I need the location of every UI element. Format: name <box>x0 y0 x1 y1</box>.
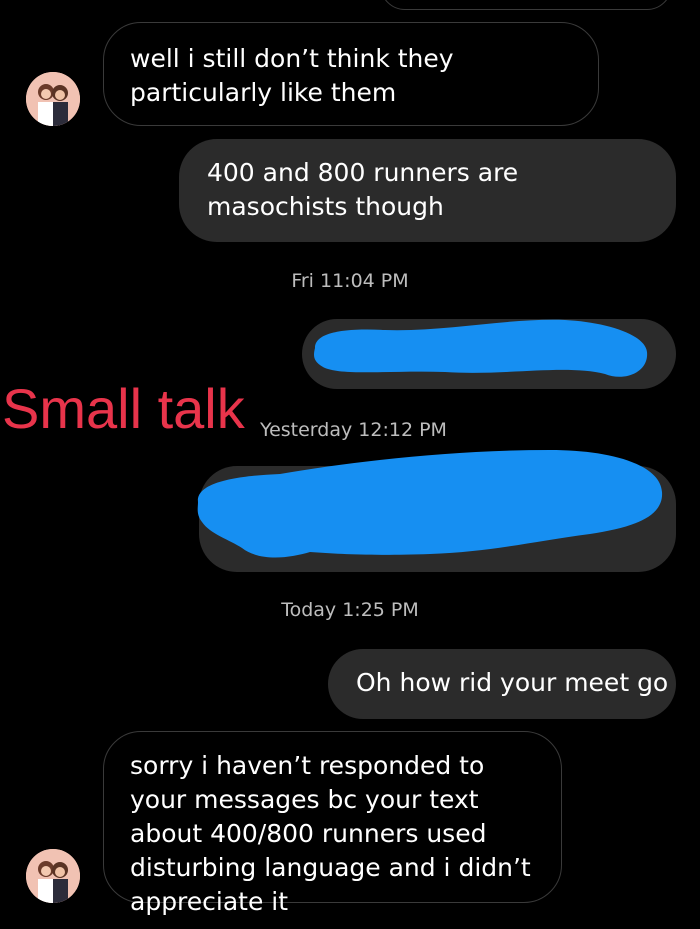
redaction-scribble <box>314 319 648 377</box>
timestamp: Today 1:25 PM <box>281 599 419 621</box>
avatar[interactable] <box>26 849 80 903</box>
redaction-scribble <box>197 450 663 558</box>
message-text: sorry i haven’t responded to your messag… <box>130 751 531 916</box>
message-bubble-outgoing-cutoff[interactable] <box>380 0 672 10</box>
timestamp: Yesterday 12:12 PM <box>260 419 447 441</box>
avatar-photo-icon <box>26 849 80 903</box>
avatar[interactable] <box>26 72 80 126</box>
message-bubble-incoming[interactable]: sorry i haven’t responded to your messag… <box>103 731 562 916</box>
message-bubble-outgoing[interactable]: Oh how rid your meet go <box>328 649 676 719</box>
message-bubble-outgoing[interactable]: 400 and 800 runners are masochists thoug… <box>179 139 676 242</box>
message-text: 400 and 800 runners are masochists thoug… <box>207 158 519 221</box>
annotation-label: Small talk <box>2 377 245 440</box>
message-text: Oh how rid your meet go <box>356 668 669 697</box>
avatar-photo-icon <box>26 72 80 126</box>
message-text: well i still don’t think they particular… <box>130 44 454 107</box>
message-bubble-incoming[interactable]: well i still don’t think they particular… <box>103 22 599 126</box>
timestamp: Fri 11:04 PM <box>291 270 409 292</box>
